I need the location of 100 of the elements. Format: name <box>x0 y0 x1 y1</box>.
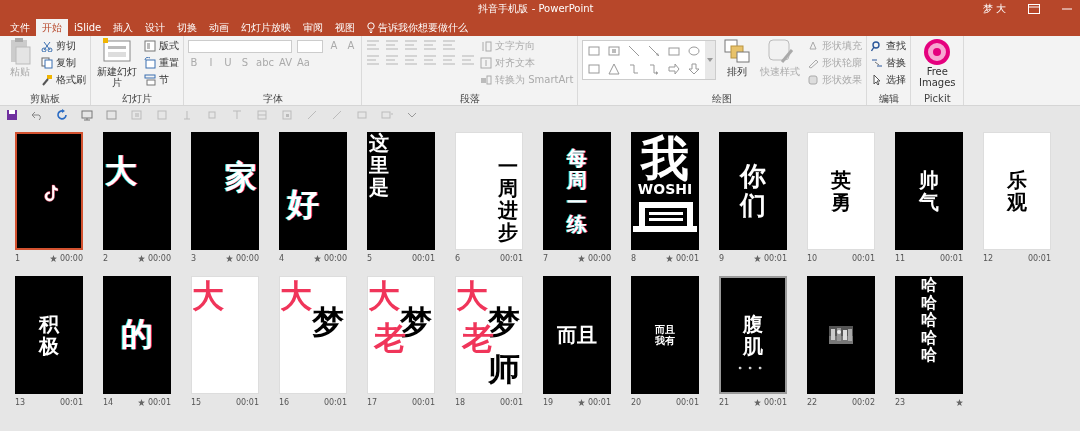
ribbon-tab[interactable]: 幻灯片放映 <box>235 19 298 36</box>
slide-number: 7 <box>543 253 549 263</box>
ribbon-button[interactable]: 剪切 <box>41 39 76 53</box>
ribbon-tab[interactable]: 切换 <box>171 19 204 36</box>
ribbon-button[interactable]: 排列 <box>721 37 754 78</box>
ribbon-tab[interactable]: 文件 <box>4 19 36 36</box>
ribbon-button[interactable]: 查找 <box>871 39 907 53</box>
slide-number: 21 <box>719 397 730 407</box>
slide-timing: 00:02 <box>851 397 875 407</box>
slide-number: 8 <box>631 253 637 263</box>
slide-thumbnail[interactable]: 腹肌 。。。 <box>719 276 787 394</box>
slide-thumbnail[interactable]: 每周一练 <box>543 132 611 250</box>
slide-thumbnail[interactable]: 大 梦 老 师 <box>455 276 523 394</box>
slide-thumbnail[interactable]: 的 <box>103 276 171 394</box>
monitor-icon[interactable] <box>81 109 93 121</box>
ribbon-tab[interactable]: 动画 <box>203 19 236 36</box>
eyedropper-icon[interactable] <box>306 109 318 121</box>
slide-text: 乐观 <box>1007 169 1027 213</box>
ribbon-tab[interactable]: 插入 <box>107 19 140 36</box>
slide-timing: 00:01 <box>587 397 611 407</box>
ribbon-button[interactable]: 版式 <box>144 39 179 53</box>
slide-thumbnail[interactable]: 哈哈哈哈哈 <box>895 276 963 394</box>
line-icon[interactable] <box>627 44 642 58</box>
slide-thumbnail[interactable]: 这里是 <box>367 132 435 250</box>
slide-thumbnail[interactable]: 帅气 <box>895 132 963 250</box>
slide-thumbnail[interactable]: 乐观 <box>983 132 1051 250</box>
slide-timing: 00:01 <box>499 397 523 407</box>
slide-thumbnail[interactable]: 好 <box>279 132 347 250</box>
slide-number: 5 <box>367 253 373 263</box>
rectangle-icon[interactable] <box>587 62 602 76</box>
slide-number: 22 <box>807 397 818 407</box>
ribbon-button[interactable]: Free Images <box>915 37 960 89</box>
pickit-logo-icon <box>923 38 952 66</box>
square-icon[interactable] <box>156 109 168 121</box>
slide-thumbnail[interactable]: 积极 <box>15 276 83 394</box>
slide-text: 梦 <box>312 305 344 341</box>
slide-number: 3 <box>191 253 197 263</box>
ribbon-button[interactable]: 复制 <box>41 56 76 70</box>
ribbon-display-icon[interactable] <box>1028 3 1040 14</box>
frame-icon[interactable] <box>607 44 622 58</box>
replace-icon <box>871 57 884 69</box>
ribbon-tab[interactable]: 开始 <box>36 19 68 36</box>
undo-icon[interactable] <box>31 109 43 121</box>
slide-timing: 00:01 <box>411 397 435 407</box>
slide-thumbnail[interactable]: 大 <box>103 132 171 250</box>
save-icon[interactable] <box>6 109 18 121</box>
ribbon-button[interactable]: 选择 <box>871 73 907 87</box>
triangle-icon[interactable] <box>607 62 622 76</box>
slide-number: 9 <box>719 253 725 263</box>
slide-thumbnail[interactable]: 而且 <box>543 276 611 394</box>
slide-text: 大 <box>192 279 224 315</box>
slide-thumbnail[interactable] <box>807 276 875 394</box>
slide-timing: 00:00 <box>147 253 171 263</box>
ribbon-button[interactable]: 格式刷 <box>41 73 86 87</box>
slide-number: 15 <box>191 397 202 407</box>
eyedropper-icon[interactable] <box>331 109 343 121</box>
ribbon-button[interactable]: 重置 <box>144 56 179 70</box>
slide-thumbnail[interactable]: 而且我有 <box>631 276 699 394</box>
down-arrow-icon[interactable] <box>687 62 702 76</box>
frame-icon[interactable] <box>106 109 118 121</box>
slide-thumbnail[interactable]: 英勇 <box>807 132 875 250</box>
square-icon[interactable] <box>206 109 218 121</box>
shape-gallery[interactable] <box>582 40 717 80</box>
slide-text: 英勇 <box>831 169 851 213</box>
ribbon-tab[interactable]: 视图 <box>329 19 362 36</box>
arrow-line-icon[interactable] <box>647 44 662 58</box>
slide-text: 这里是 <box>369 132 389 198</box>
ribbon-tab[interactable]: 设计 <box>139 19 172 36</box>
rectangle-icon[interactable] <box>667 44 682 58</box>
slide-timing: 00:00 <box>323 253 347 263</box>
slide-text: WOSHI <box>637 182 693 198</box>
ribbon-tab[interactable]: 审阅 <box>297 19 330 36</box>
grid-icon[interactable] <box>131 109 143 121</box>
slide-thumbnail[interactable]: 你们 <box>719 132 787 250</box>
tell-me-field[interactable]: 告诉我你想要做什么 <box>361 19 469 36</box>
reset-icon <box>144 57 156 69</box>
redo-icon[interactable] <box>56 109 68 121</box>
ribbon-button[interactable]: 节 <box>144 73 169 87</box>
slide-text: 我 <box>641 134 689 182</box>
slide-thumbnail[interactable]: 大 梦 <box>279 276 347 394</box>
slide-number: 17 <box>367 397 378 407</box>
slide-number: 11 <box>895 253 906 263</box>
slide-thumbnail[interactable]: 大 梦 老 <box>367 276 435 394</box>
group-label: 绘图 <box>711 93 734 105</box>
ribbon-button[interactable]: 新建幻灯片 <box>95 37 139 89</box>
dropdown-icon[interactable] <box>707 58 714 62</box>
slide-thumbnail[interactable]: 我 WOSHI <box>631 132 699 250</box>
slide-text: 帅气 <box>919 169 939 213</box>
slide-number: 20 <box>631 397 642 407</box>
ribbon-button[interactable]: 替换 <box>871 56 907 70</box>
user-name[interactable]: 梦 大 <box>982 1 1006 16</box>
align-text-icon <box>480 57 492 69</box>
slide-thumbnail[interactable]: 家 <box>191 132 259 250</box>
slide-thumbnail[interactable]: 大 <box>191 276 259 394</box>
oval-icon[interactable] <box>687 44 702 58</box>
slide-thumbnail[interactable]: 一周进步 <box>455 132 523 250</box>
slide-timing: 00:01 <box>675 253 699 263</box>
slide-thumbnail[interactable] <box>15 132 83 250</box>
right-arrow-icon[interactable] <box>667 62 682 76</box>
ribbon-tab[interactable]: iSlide <box>68 19 108 36</box>
